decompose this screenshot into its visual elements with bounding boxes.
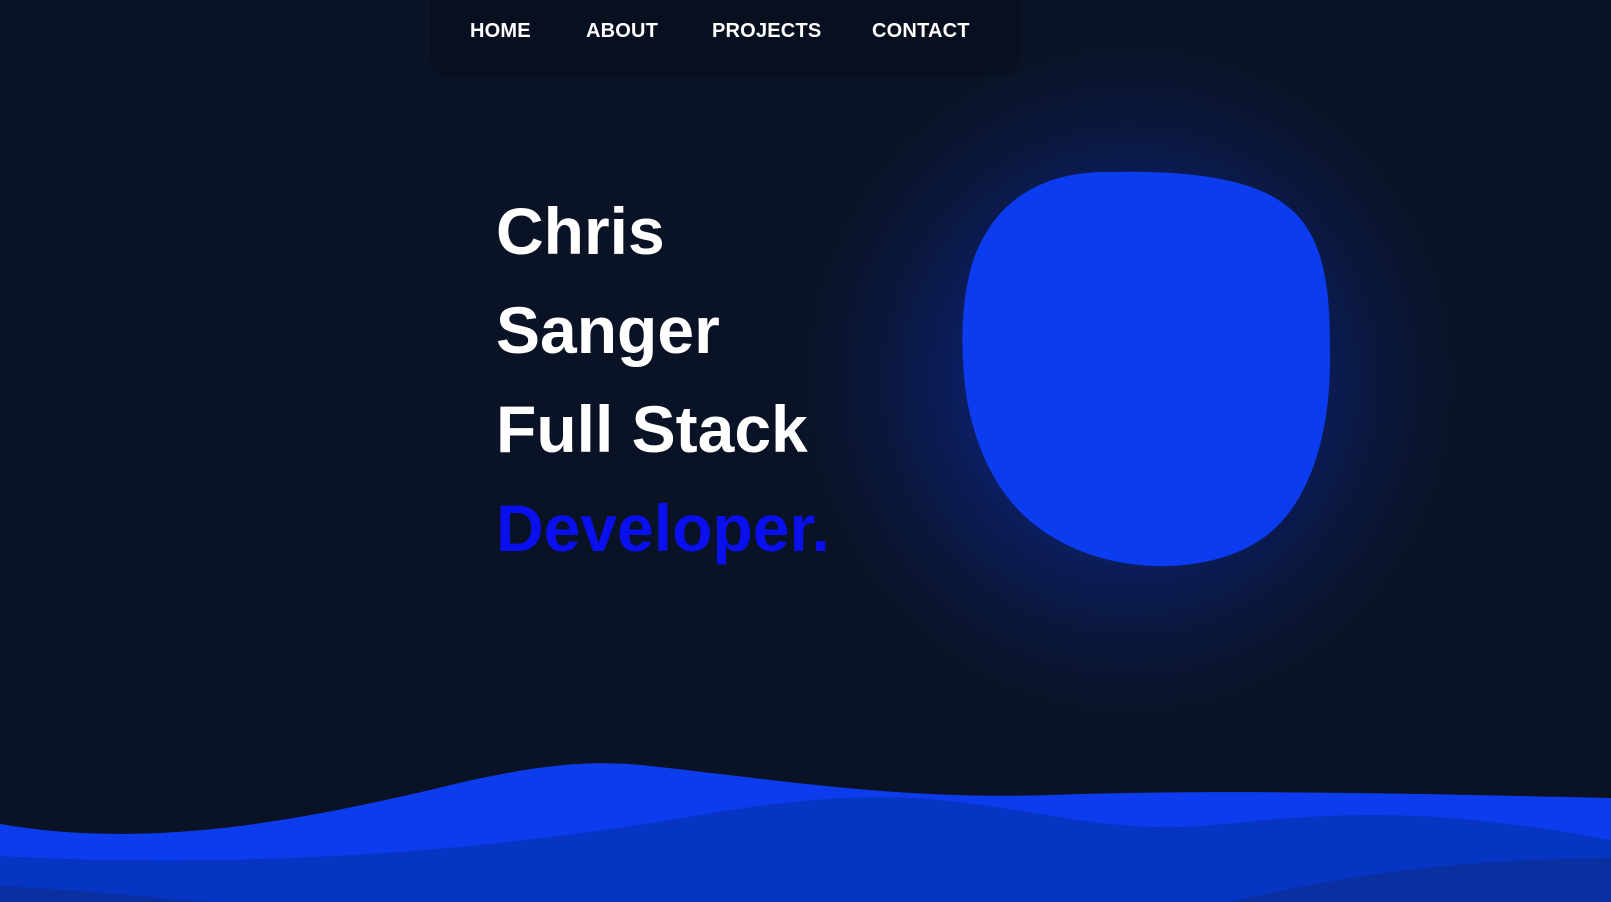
nav-home-link[interactable]: HOME bbox=[470, 20, 531, 43]
hero-last-name: Sanger bbox=[496, 293, 720, 367]
hero-heading: Chris Sanger Full Stack Developer. bbox=[496, 182, 830, 578]
footer-waves bbox=[0, 763, 1611, 902]
portfolio-page: HOME ABOUT PROJECTS CONTACT Chris Sanger… bbox=[0, 0, 1611, 902]
hero-role-accent: Developer. bbox=[496, 491, 830, 565]
hero-blob-shape bbox=[962, 171, 1330, 567]
nav-about-link[interactable]: ABOUT bbox=[586, 20, 658, 43]
hero-first-name: Chris bbox=[496, 194, 665, 268]
hero-role-line: Full Stack bbox=[496, 392, 808, 466]
